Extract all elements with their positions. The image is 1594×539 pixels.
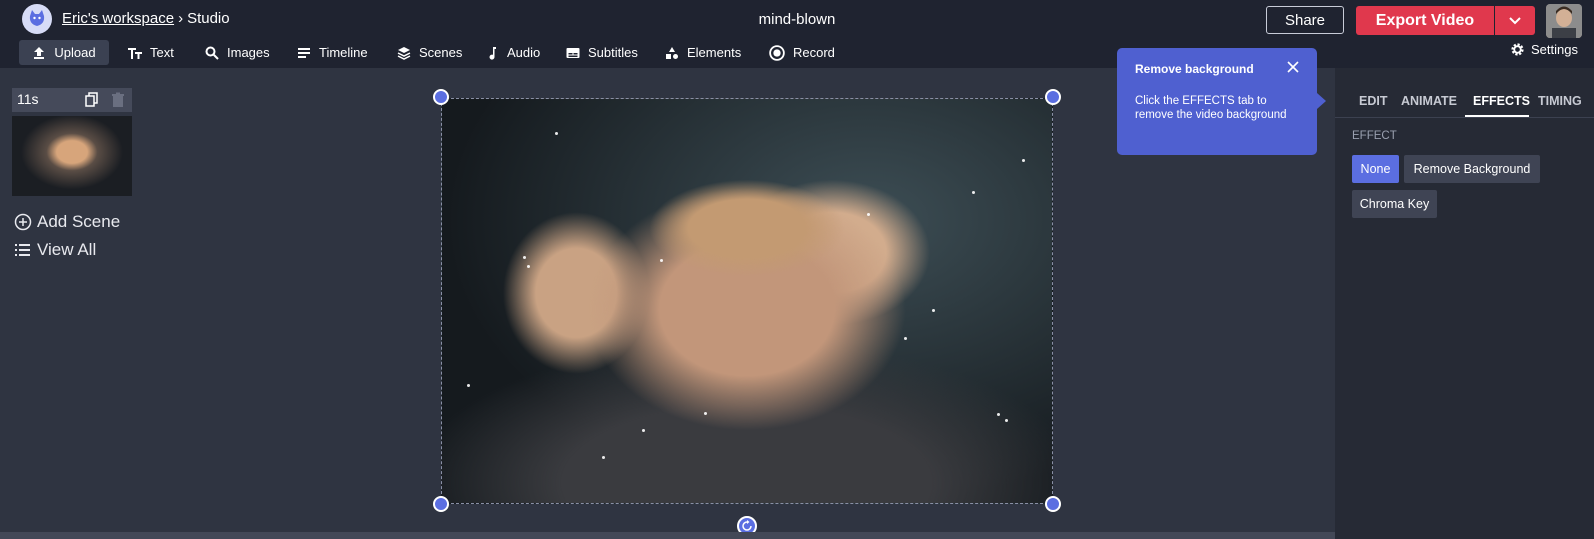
- sparkle: [523, 256, 526, 259]
- tab-timing[interactable]: TIMING: [1538, 94, 1582, 108]
- tooltip-title: Remove background: [1135, 62, 1254, 76]
- tab-scenes-label: Scenes: [419, 45, 463, 60]
- view-all-button[interactable]: View All: [14, 240, 96, 260]
- timeline-icon: [298, 47, 310, 58]
- sparkle: [932, 309, 935, 312]
- tab-subtitles-label: Subtitles: [588, 45, 638, 60]
- shapes-icon: [666, 46, 678, 59]
- sparkle: [555, 132, 558, 135]
- project-title[interactable]: mind-blown: [0, 11, 1594, 28]
- user-photo-icon: [1546, 4, 1582, 38]
- effect-section-label: EFFECT: [1352, 130, 1397, 142]
- record-icon: [769, 44, 785, 61]
- rotate-icon: [742, 520, 752, 531]
- export-video-button[interactable]: Export Video: [1356, 6, 1494, 35]
- tab-effects[interactable]: EFFECTS: [1473, 94, 1530, 108]
- plus-circle-icon: [14, 213, 32, 231]
- sparkle: [1022, 159, 1025, 162]
- chevron-down-icon: [1509, 16, 1521, 24]
- resize-handle-top-left[interactable]: [433, 89, 449, 105]
- add-scene-label: Add Scene: [37, 212, 121, 231]
- onboarding-tooltip: Remove background Click the EFFECTS tab …: [1117, 48, 1326, 155]
- layers-icon: [397, 46, 411, 60]
- sparkle: [904, 337, 907, 340]
- scene-thumbnail[interactable]: [12, 116, 132, 196]
- tab-images-label: Images: [227, 45, 270, 60]
- list-icon: [15, 244, 30, 256]
- text-icon: [128, 47, 142, 59]
- tab-record-label: Record: [793, 45, 835, 60]
- tab-divider: [1335, 117, 1594, 118]
- upload-icon: [34, 46, 45, 59]
- view-all-label: View All: [37, 240, 97, 259]
- sparkle: [642, 429, 645, 432]
- tab-edit[interactable]: EDIT: [1359, 94, 1387, 108]
- tab-scenes[interactable]: Scenes: [397, 40, 462, 65]
- share-button[interactable]: Share: [1266, 6, 1344, 34]
- trash-icon[interactable]: [111, 92, 125, 108]
- settings-button[interactable]: Settings: [1510, 42, 1578, 57]
- add-scene-button[interactable]: Add Scene: [14, 212, 120, 232]
- tab-elements-label: Elements: [687, 45, 742, 60]
- close-icon[interactable]: [1285, 59, 1301, 75]
- tab-elements[interactable]: Elements: [665, 40, 741, 65]
- tab-audio-label: Audio: [507, 45, 541, 60]
- sparkle: [660, 259, 663, 262]
- tab-upload[interactable]: Upload: [19, 40, 109, 65]
- gear-icon: [1511, 43, 1524, 56]
- effect-chroma-key-button[interactable]: Chroma Key: [1352, 190, 1437, 218]
- subtitles-icon: [566, 47, 580, 58]
- tab-upload-label: Upload: [54, 45, 96, 60]
- video-layer[interactable]: [441, 98, 1053, 504]
- tab-images[interactable]: Images: [205, 40, 270, 65]
- sparkle: [602, 456, 605, 459]
- sparkle: [704, 412, 707, 415]
- settings-label: Settings: [1531, 42, 1578, 57]
- effect-none-button[interactable]: None: [1352, 155, 1399, 183]
- tab-animate[interactable]: ANIMATE: [1401, 94, 1457, 108]
- user-avatar[interactable]: [1546, 4, 1582, 38]
- resize-handle-bottom-left[interactable]: [433, 496, 449, 512]
- timeline-edge: [0, 532, 1335, 539]
- music-note-icon: [489, 46, 496, 60]
- search-icon: [205, 46, 219, 60]
- tab-timeline-label: Timeline: [319, 45, 368, 60]
- sparkle: [972, 191, 975, 194]
- sparkle: [527, 265, 530, 268]
- tab-subtitles[interactable]: Subtitles: [566, 40, 638, 65]
- resize-handle-top-right[interactable]: [1045, 89, 1061, 105]
- duplicate-icon[interactable]: [85, 92, 99, 108]
- scene-card-header: 11s: [12, 88, 132, 112]
- sparkle: [1005, 419, 1008, 422]
- tab-timeline[interactable]: Timeline: [297, 40, 368, 65]
- properties-panel: EDIT ANIMATE EFFECTS TIMING EFFECT None …: [1335, 68, 1594, 539]
- sparkle: [467, 384, 470, 387]
- sparkle: [867, 213, 870, 216]
- scene-duration[interactable]: 11s: [17, 91, 39, 107]
- export-options-button[interactable]: [1495, 6, 1535, 35]
- tab-audio[interactable]: Audio: [485, 40, 540, 65]
- tooltip-body: Click the EFFECTS tab to remove the vide…: [1135, 95, 1287, 121]
- resize-handle-bottom-right[interactable]: [1045, 496, 1061, 512]
- tab-record[interactable]: Record: [769, 40, 835, 65]
- effect-remove-background-button[interactable]: Remove Background: [1404, 155, 1540, 183]
- sparkle: [997, 413, 1000, 416]
- top-bar: Eric's workspace › Studio mind-blown Share…: [0, 0, 1594, 68]
- tab-text-label: Text: [150, 45, 174, 60]
- tab-text[interactable]: Text: [128, 40, 174, 65]
